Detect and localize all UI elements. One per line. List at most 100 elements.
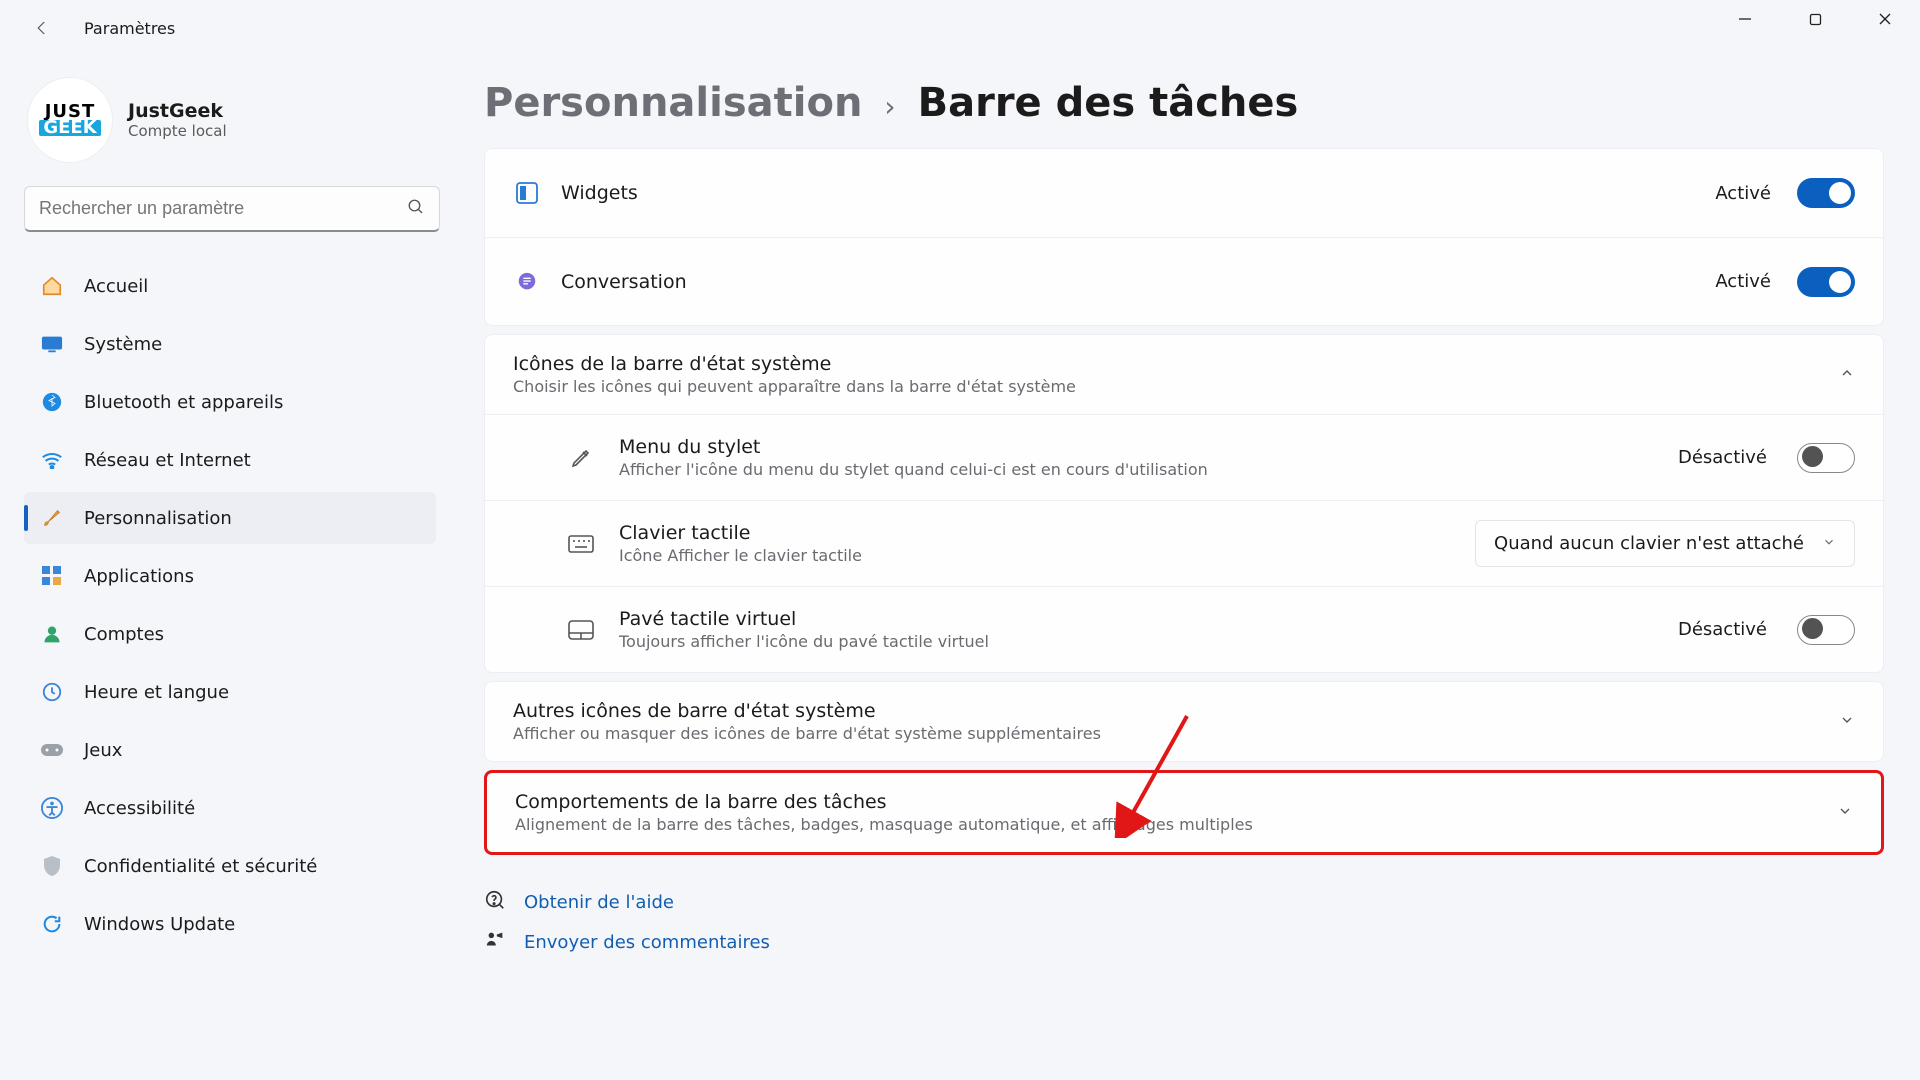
search-input[interactable] — [39, 198, 407, 219]
nav-personalization[interactable]: Personnalisation — [24, 492, 436, 544]
close-button[interactable] — [1850, 0, 1920, 38]
account-type: Compte local — [128, 122, 227, 140]
nav-label: Accueil — [84, 276, 148, 297]
dropdown-touch-keyboard[interactable]: Quand aucun clavier n'est attaché — [1475, 520, 1855, 567]
system-icon — [40, 332, 64, 356]
row-sub: Afficher l'icône du menu du stylet quand… — [619, 460, 1654, 479]
section-title: Icônes de la barre d'état système — [513, 353, 1819, 375]
section-sub: Alignement de la barre des tâches, badge… — [515, 815, 1817, 834]
window-title: Paramètres — [84, 19, 175, 38]
nav-list: Accueil Système Bluetooth et appareils R… — [24, 260, 436, 950]
chat-icon — [513, 268, 541, 296]
link-label[interactable]: Envoyer des commentaires — [524, 932, 770, 953]
chevron-down-icon — [1839, 712, 1855, 732]
toggle-pen[interactable] — [1797, 443, 1855, 473]
nav-update[interactable]: Windows Update — [24, 898, 436, 950]
home-icon — [40, 274, 64, 298]
dropdown-value: Quand aucun clavier n'est attaché — [1494, 533, 1804, 554]
maximize-button[interactable] — [1780, 0, 1850, 38]
nav-label: Accessibilité — [84, 798, 195, 819]
nav-bluetooth[interactable]: Bluetooth et appareils — [24, 376, 436, 428]
section-title: Autres icônes de barre d'état système — [513, 700, 1819, 722]
breadcrumb: Personnalisation › Barre des tâches — [484, 80, 1884, 126]
link-get-help[interactable]: Obtenir de l'aide — [484, 889, 1884, 915]
section-sub: Choisir les icônes qui peuvent apparaîtr… — [513, 377, 1819, 396]
taskbar-items-group: Widgets Activé Conversation Activé — [484, 148, 1884, 326]
account-name: JustGeek — [128, 100, 227, 122]
nav-label: Jeux — [84, 740, 122, 761]
wifi-icon — [40, 448, 64, 472]
avatar: JUST GEEK — [28, 78, 112, 162]
row-chat[interactable]: Conversation Activé — [485, 237, 1883, 325]
toggle-widgets[interactable] — [1797, 178, 1855, 208]
link-label[interactable]: Obtenir de l'aide — [524, 892, 674, 913]
other-icons-group[interactable]: Autres icônes de barre d'état système Af… — [484, 681, 1884, 762]
systray-header[interactable]: Icônes de la barre d'état système Choisi… — [485, 335, 1883, 414]
nav-label: Réseau et Internet — [84, 450, 251, 471]
status-label: Désactivé — [1678, 447, 1767, 468]
status-label: Désactivé — [1678, 619, 1767, 640]
row-label: Menu du stylet — [619, 436, 1654, 458]
breadcrumb-parent[interactable]: Personnalisation — [484, 80, 862, 126]
status-label: Activé — [1715, 271, 1771, 292]
person-icon — [40, 622, 64, 646]
nav-label: Système — [84, 334, 162, 355]
nav-apps[interactable]: Applications — [24, 550, 436, 602]
nav-label: Comptes — [84, 624, 164, 645]
nav-system[interactable]: Système — [24, 318, 436, 370]
chevron-down-icon — [1837, 803, 1853, 823]
nav-label: Personnalisation — [84, 508, 232, 529]
nav-privacy[interactable]: Confidentialité et sécurité — [24, 840, 436, 892]
chevron-up-icon — [1839, 365, 1855, 385]
chevron-down-icon — [1822, 533, 1836, 554]
back-button[interactable] — [22, 8, 62, 48]
search-box[interactable] — [24, 186, 440, 232]
row-sub: Toujours afficher l'icône du pavé tactil… — [619, 632, 1654, 651]
row-label: Widgets — [561, 182, 1695, 204]
minimize-button[interactable] — [1710, 0, 1780, 38]
nav-label: Windows Update — [84, 914, 235, 935]
systray-group: Icônes de la barre d'état système Choisi… — [484, 334, 1884, 673]
row-label: Pavé tactile virtuel — [619, 608, 1654, 630]
update-icon — [40, 912, 64, 936]
account-block[interactable]: JUST GEEK JustGeek Compte local — [24, 74, 436, 180]
feedback-icon — [484, 929, 506, 955]
row-touchpad[interactable]: Pavé tactile virtuel Toujours afficher l… — [485, 586, 1883, 672]
row-widgets[interactable]: Widgets Activé — [485, 149, 1883, 237]
nav-accounts[interactable]: Comptes — [24, 608, 436, 660]
sidebar: JUST GEEK JustGeek Compte local Accueil — [0, 56, 460, 1080]
nav-accessibility[interactable]: Accessibilité — [24, 782, 436, 834]
row-sub: Icône Afficher le clavier tactile — [619, 546, 1451, 565]
row-label: Conversation — [561, 271, 1695, 293]
toggle-chat[interactable] — [1797, 267, 1855, 297]
link-feedback[interactable]: Envoyer des commentaires — [484, 929, 1884, 955]
titlebar: Paramètres — [0, 0, 1920, 56]
nav-time[interactable]: Heure et langue — [24, 666, 436, 718]
nav-label: Heure et langue — [84, 682, 229, 703]
row-pen[interactable]: Menu du stylet Afficher l'icône du menu … — [485, 414, 1883, 500]
search-icon — [407, 198, 425, 220]
nav-network[interactable]: Réseau et Internet — [24, 434, 436, 486]
widgets-icon — [513, 179, 541, 207]
pen-icon — [567, 444, 595, 472]
nav-gaming[interactable]: Jeux — [24, 724, 436, 776]
bottom-links: Obtenir de l'aide Envoyer des commentair… — [484, 889, 1884, 979]
shield-icon — [40, 854, 64, 878]
toggle-touchpad[interactable] — [1797, 615, 1855, 645]
behaviors-group[interactable]: Comportements de la barre des tâches Ali… — [484, 770, 1884, 855]
chevron-right-icon: › — [884, 90, 895, 123]
row-label: Clavier tactile — [619, 522, 1451, 544]
breadcrumb-current: Barre des tâches — [918, 80, 1299, 126]
touchpad-icon — [567, 616, 595, 644]
bluetooth-icon — [40, 390, 64, 414]
brush-icon — [40, 506, 64, 530]
help-icon — [484, 889, 506, 915]
apps-icon — [40, 564, 64, 588]
status-label: Activé — [1715, 183, 1771, 204]
nav-label: Applications — [84, 566, 194, 587]
clock-icon — [40, 680, 64, 704]
nav-home[interactable]: Accueil — [24, 260, 436, 312]
section-title: Comportements de la barre des tâches — [515, 791, 1817, 813]
row-touch-keyboard[interactable]: Clavier tactile Icône Afficher le clavie… — [485, 500, 1883, 586]
gamepad-icon — [40, 738, 64, 762]
